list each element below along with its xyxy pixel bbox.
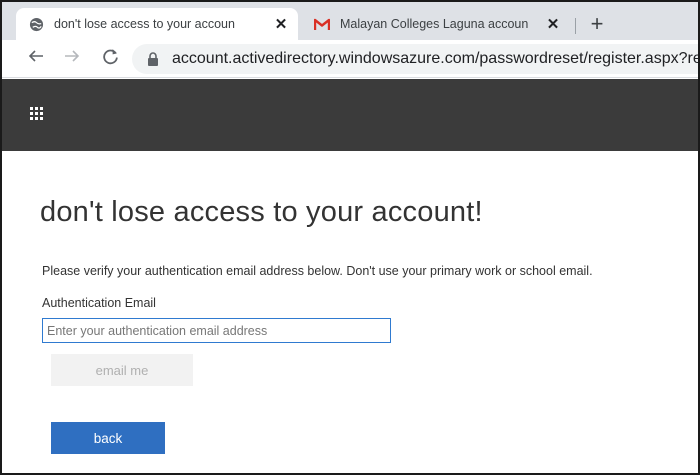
close-tab-icon[interactable]: ✕ [272, 15, 290, 33]
lock-icon[interactable] [146, 52, 160, 66]
reload-icon[interactable] [98, 47, 122, 71]
email-me-button[interactable]: email me [51, 354, 193, 386]
browser-window: don't lose access to your accoun ✕ Malay… [0, 0, 700, 475]
address-bar[interactable]: account.activedirectory.windowsazure.com… [132, 44, 700, 74]
browser-toolbar: account.activedirectory.windowsazure.com… [2, 40, 700, 78]
back-button[interactable]: back [51, 422, 165, 454]
globe-icon [28, 16, 44, 32]
forward-arrow-icon[interactable] [60, 47, 84, 71]
tab-strip: don't lose access to your accoun ✕ Malay… [2, 2, 698, 40]
page-title: don't lose access to your account! [40, 196, 483, 228]
back-arrow-icon[interactable] [24, 47, 48, 71]
close-tab-icon[interactable]: ✕ [544, 15, 562, 33]
tab-title: Malayan Colleges Laguna accoun [340, 17, 529, 31]
gmail-icon [314, 16, 330, 32]
authentication-email-label: Authentication Email [42, 296, 156, 310]
authentication-email-input[interactable] [42, 318, 391, 343]
tab-separator [575, 18, 576, 34]
tab-account-recovery[interactable]: don't lose access to your accoun ✕ [16, 8, 298, 40]
tab-title: don't lose access to your accoun [54, 17, 235, 31]
new-tab-button[interactable]: + [584, 12, 610, 38]
app-launcher-icon[interactable] [30, 107, 46, 121]
app-header [2, 79, 698, 151]
instruction-text: Please verify your authentication email … [42, 264, 593, 278]
url-text: account.activedirectory.windowsazure.com… [172, 50, 700, 67]
tab-gmail[interactable]: Malayan Colleges Laguna accoun ✕ [302, 8, 570, 40]
